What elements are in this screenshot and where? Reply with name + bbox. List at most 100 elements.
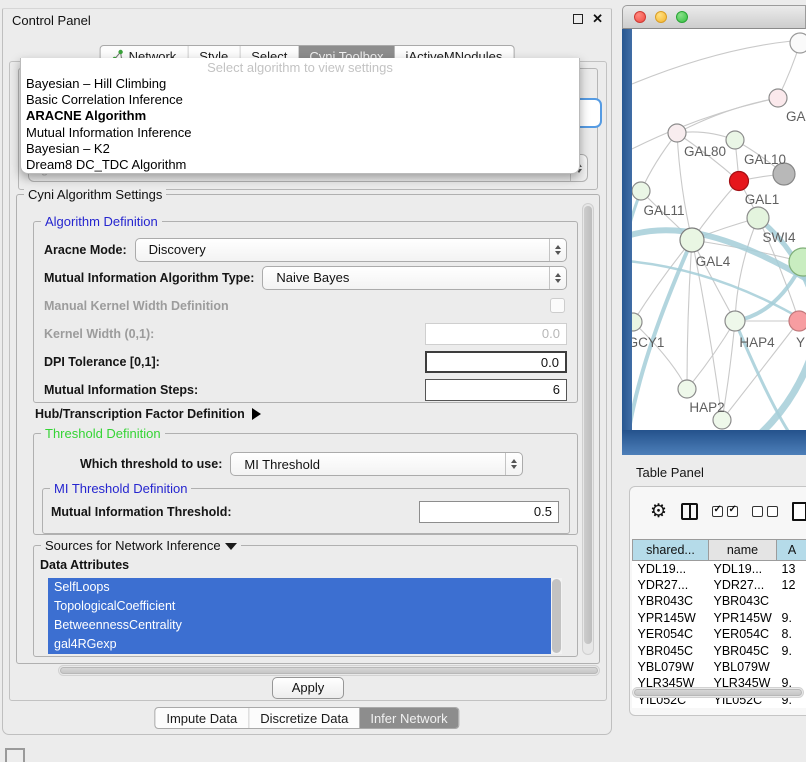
node-label-gal11: GAL11 xyxy=(643,203,684,218)
network-edge[interactable] xyxy=(687,321,735,389)
unchecked-box-icon xyxy=(752,506,763,517)
new-table-icon[interactable] xyxy=(792,502,806,521)
gear-icon[interactable]: ⚙ xyxy=(650,502,667,521)
table-row[interactable]: YBL079WYBL079W xyxy=(633,659,806,675)
network-edge[interactable] xyxy=(677,98,778,133)
table-row[interactable]: YBR043CYBR043C xyxy=(633,593,806,609)
attributes-list-scrollbar[interactable] xyxy=(551,578,562,654)
table-cell: YER054C xyxy=(709,626,777,642)
tab-discretize-data[interactable]: Discretize Data xyxy=(248,708,359,728)
node-gal11[interactable] xyxy=(632,182,650,200)
table-row[interactable]: YDL19...YDL19...13 xyxy=(633,561,806,577)
node-label-hap2: HAP2 xyxy=(689,400,724,415)
split-view-icon[interactable] xyxy=(681,503,698,520)
table-cell: YDR27... xyxy=(709,577,777,593)
mi-algorithm-type-combo[interactable]: Naive Bayes xyxy=(262,266,567,290)
node-gal1[interactable] xyxy=(747,207,769,229)
cyni-toolbox-panel: gal-filtered sif default node Select alg… xyxy=(9,61,607,701)
threshold-definition-group: Threshold Definition Which threshold to … xyxy=(33,433,578,535)
mi-threshold-field[interactable]: 0.5 xyxy=(419,501,559,523)
node-gal-pink[interactable] xyxy=(769,89,787,107)
network-edge-highlighted[interactable] xyxy=(724,359,806,430)
hub-definition-expander[interactable]: Hub/Transcription Factor Definition xyxy=(35,407,261,421)
zoom-traffic-light-icon[interactable] xyxy=(676,11,688,23)
dpi-tolerance-field[interactable]: 0.0 xyxy=(425,351,567,373)
control-panel-window: Control Panel ✕ NetworkStyleSelectCyni T… xyxy=(2,8,612,735)
mi-type-label: Mutual Information Algorithm Type: xyxy=(44,271,254,285)
table-row[interactable]: YDR27...YDR27...12 xyxy=(633,577,806,593)
table-cell: 12 xyxy=(777,577,806,593)
node-label-gal4: GAL4 xyxy=(696,254,731,269)
network-edge[interactable] xyxy=(632,41,792,84)
attribute-list-item[interactable]: SelfLoops xyxy=(48,578,551,597)
table-row[interactable]: YPR145WYPR145W9. xyxy=(633,610,806,626)
table-cell: YPR145W xyxy=(709,610,777,626)
attribute-list-item[interactable]: TopologicalCoefficient xyxy=(48,597,551,616)
column-header-name[interactable]: name xyxy=(709,540,777,561)
algorithm-option[interactable]: Bayesian – Hill Climbing xyxy=(21,76,579,92)
table-horizontal-scrollbar[interactable] xyxy=(632,687,804,698)
network-edge[interactable] xyxy=(692,240,735,321)
mi-steps-field[interactable]: 6 xyxy=(425,379,567,401)
close-window-icon[interactable]: ✕ xyxy=(592,13,603,25)
popup-placeholder: Select algorithm to view settings xyxy=(21,59,579,76)
algorithm-option[interactable]: Dream8 DC_TDC Algorithm xyxy=(21,157,579,173)
minimize-traffic-light-icon[interactable] xyxy=(655,11,667,23)
node-hap2[interactable] xyxy=(678,380,696,398)
table-cell: YDL19... xyxy=(633,561,709,577)
expand-right-icon xyxy=(252,408,261,420)
dpi-tolerance-label: DPI Tolerance [0,1]: xyxy=(44,355,160,369)
table-cell: YDL19... xyxy=(709,561,777,577)
select-all-columns-icon[interactable] xyxy=(712,506,738,517)
collapse-down-icon xyxy=(225,543,237,550)
collapsed-panel-icon[interactable] xyxy=(5,748,25,762)
network-edge[interactable] xyxy=(735,218,758,321)
node-hap4[interactable] xyxy=(725,311,745,331)
node-gal10[interactable] xyxy=(726,131,744,149)
node-red[interactable] xyxy=(730,172,749,191)
algorithm-definition-title: Algorithm Definition xyxy=(41,214,162,229)
network-canvas[interactable]: GALGAL80GAL10GAL1GAL11SWI4GAL4GCY1HAP4YH… xyxy=(632,29,806,430)
algorithm-option[interactable]: ARACNE Algorithm xyxy=(21,108,579,124)
node-attribute-table: shared...nameA YDL19...YDL19...13YDR27..… xyxy=(632,539,806,708)
kernel-width-field[interactable]: 0.0 xyxy=(425,323,567,345)
settings-horizontal-scrollbar[interactable] xyxy=(58,665,600,676)
node-label-gal1: GAL1 xyxy=(745,192,780,207)
algorithm-option[interactable]: Basic Correlation Inference xyxy=(21,92,579,108)
node-gcy1[interactable] xyxy=(632,313,642,331)
settings-vertical-scrollbar[interactable] xyxy=(582,203,594,655)
manual-kernel-checkbox[interactable] xyxy=(550,298,565,313)
close-traffic-light-icon[interactable] xyxy=(634,11,646,23)
network-edge[interactable] xyxy=(632,98,778,149)
table-row[interactable]: YER054CYER054C8. xyxy=(633,626,806,642)
cyni-algorithm-settings-group: Cyni Algorithm Settings Algorithm Defini… xyxy=(16,194,600,664)
tab-impute-data[interactable]: Impute Data xyxy=(155,708,248,728)
which-threshold-combo[interactable]: MI Threshold xyxy=(230,452,523,476)
column-header-shared-[interactable]: shared... xyxy=(633,540,709,561)
algorithm-definition-group: Algorithm Definition Aracne Mode: Discov… xyxy=(33,221,578,403)
tab-infer-network[interactable]: Infer Network xyxy=(359,708,458,728)
network-view-window: GALGAL80GAL10GAL1GAL11SWI4GAL4GCY1HAP4YH… xyxy=(622,5,806,455)
algorithm-option[interactable]: Mutual Information Inference xyxy=(21,125,579,141)
float-window-icon[interactable] xyxy=(573,14,583,24)
node-salmon[interactable] xyxy=(789,311,806,331)
network-selection-frame-bottom xyxy=(622,430,806,455)
node-top-right[interactable] xyxy=(790,33,806,53)
node-label-gcy1: GCY1 xyxy=(632,335,664,350)
table-row[interactable]: YBR045CYBR045C9. xyxy=(633,642,806,658)
control-panel-titlebar: Control Panel ✕ xyxy=(3,9,611,33)
node-gal4[interactable] xyxy=(680,228,704,252)
node-label-gal10: GAL10 xyxy=(744,152,786,167)
network-edge[interactable] xyxy=(687,240,692,389)
table-cell: YPR145W xyxy=(633,610,709,626)
algorithm-option[interactable]: Bayesian – K2 xyxy=(21,141,579,157)
deselect-all-columns-icon[interactable] xyxy=(752,506,778,517)
attribute-list-item[interactable]: gal4RGexp xyxy=(48,635,551,654)
node-gal80[interactable] xyxy=(668,124,686,142)
apply-button[interactable]: Apply xyxy=(272,677,344,699)
attribute-list-item[interactable]: BetweennessCentrality xyxy=(48,616,551,635)
aracne-mode-combo[interactable]: Discovery xyxy=(135,238,567,262)
checked-box-icon xyxy=(727,506,738,517)
sources-group-title[interactable]: Sources for Network Inference xyxy=(41,538,241,553)
column-header-a[interactable]: A xyxy=(777,540,806,561)
